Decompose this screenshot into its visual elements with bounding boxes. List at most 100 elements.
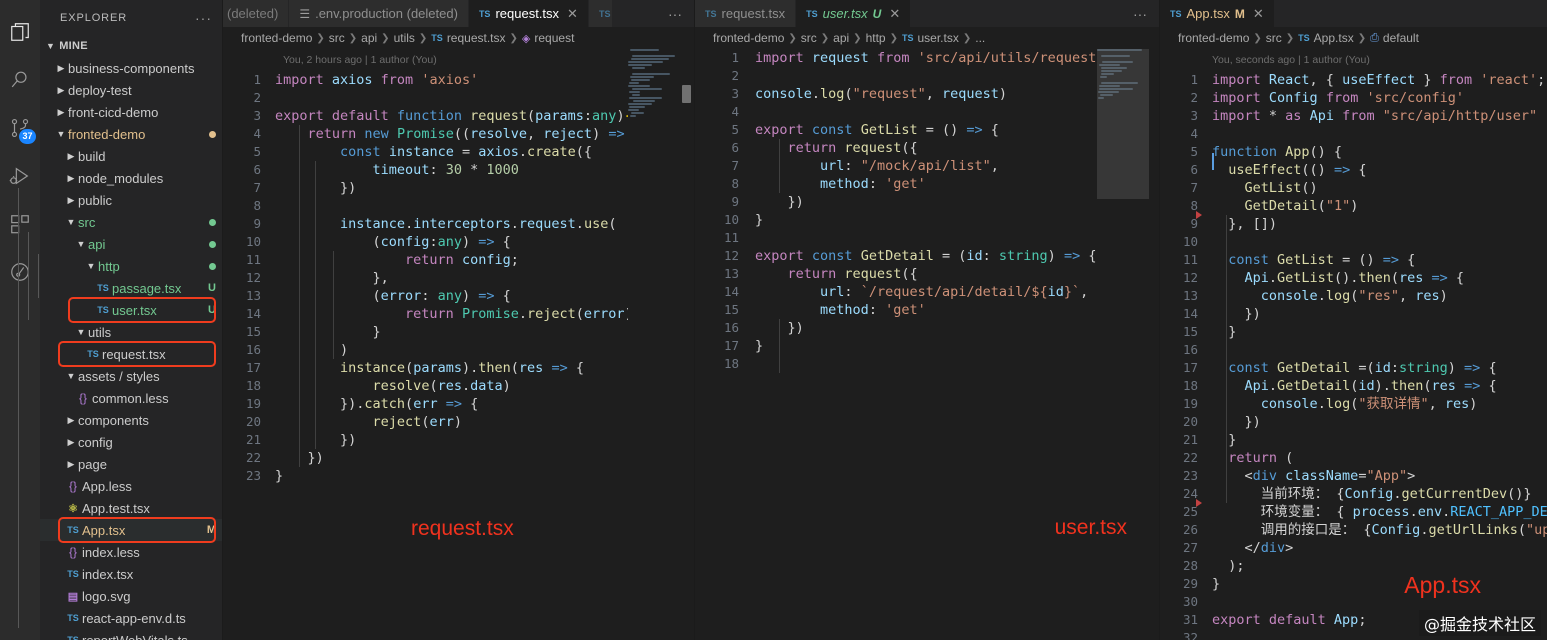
line-number: 11 xyxy=(1160,251,1204,269)
breadcrumb-item[interactable]: request xyxy=(534,31,574,45)
code-line: } xyxy=(755,211,1105,229)
tab-next-partial[interactable]: TS xyxy=(589,0,614,27)
line-number: 5 xyxy=(695,121,745,139)
scrollbar-handle[interactable] xyxy=(682,85,691,103)
tree-item-business-components[interactable]: ▶ business-components xyxy=(40,57,222,79)
tab-request-tsx-inactive[interactable]: TS request.tsx xyxy=(695,0,796,27)
tree-item-config[interactable]: ▶ config xyxy=(40,431,222,453)
run-debug-icon[interactable] xyxy=(0,152,40,200)
code-line: return Promise.reject(error) xyxy=(275,305,641,323)
tab-app-tsx[interactable]: TS App.tsx M ✕ xyxy=(1160,0,1275,27)
breadcrumb-item[interactable]: api xyxy=(833,31,849,45)
code-content: import axios from 'axios' export default … xyxy=(275,71,641,485)
editor-app-tsx: TS App.tsx M ✕ fronted-demo ❯ src ❯ TS A… xyxy=(1159,0,1547,640)
breadcrumb-item[interactable]: App.tsx xyxy=(1314,31,1354,45)
tabbar-more-actions-icon[interactable]: ··· xyxy=(1121,0,1159,27)
tree-item-fronted-demo[interactable]: ▼ fronted-demo xyxy=(40,123,222,145)
tree-item-node-modules[interactable]: ▶ node_modules xyxy=(40,167,222,189)
close-icon[interactable]: ✕ xyxy=(1253,6,1264,22)
code-request-tsx[interactable]: You, 2 hours ago | 1 author (You) 123456… xyxy=(223,49,694,640)
tree-item-http[interactable]: ▼ http xyxy=(40,255,222,277)
tree-item-request-tsx[interactable]: TS request.tsx xyxy=(40,343,222,365)
tree-item-app-tsx[interactable]: TS App.tsx M xyxy=(40,519,222,541)
tree-item-build[interactable]: ▶ build xyxy=(40,145,222,167)
tree-item-assets-styles[interactable]: ▼ assets / styles xyxy=(40,365,222,387)
tab-request-tsx[interactable]: TS request.tsx ✕ xyxy=(469,0,589,27)
chevron-right-icon: ❯ xyxy=(316,33,324,44)
code-user-tsx[interactable]: 1 2 3 4 5 6 7 8 9 10 11 12 13 14 15 16 17 18 import reque… xyxy=(695,49,1159,640)
tab-user-tsx[interactable]: TS user.tsx U ✕ xyxy=(796,0,911,27)
breadcrumb-item[interactable]: fronted-demo xyxy=(241,31,312,45)
tree-item-deploy-test[interactable]: ▶ deploy-test xyxy=(40,79,222,101)
breadcrumb-item[interactable]: src xyxy=(329,31,345,45)
code-app-tsx[interactable]: You, seconds ago | 1 author (You) 123456… xyxy=(1160,49,1547,640)
source-control-icon[interactable]: 37 xyxy=(0,104,40,152)
tree-item-src[interactable]: ▼ src xyxy=(40,211,222,233)
tree-item-page[interactable]: ▶ page xyxy=(40,453,222,475)
tabbar-more-actions-icon[interactable]: ··· xyxy=(656,0,694,27)
source-control-badge: 37 xyxy=(19,129,36,144)
breadcrumb-item[interactable]: fronted-demo xyxy=(713,31,784,45)
chevron-down-icon: ▼ xyxy=(84,261,98,271)
code-line: } xyxy=(1212,575,1547,593)
tree-item-app-less[interactable]: {} App.less xyxy=(40,475,222,497)
tree-item-common-less[interactable]: {} common.less xyxy=(40,387,222,409)
tab-env-production-deleted[interactable]: ☰ .env.production (deleted) xyxy=(289,0,469,27)
tree-item-passage-tsx[interactable]: TS passage.tsx U xyxy=(40,277,222,299)
line-number: 1 xyxy=(1160,71,1204,89)
tree-item-user-tsx[interactable]: TS user.tsx U xyxy=(40,299,222,321)
tree-item-index-less[interactable]: {} index.less xyxy=(40,541,222,563)
line-number: 8 xyxy=(695,175,745,193)
code-line: const GetDetail =(id:string) => { xyxy=(1212,359,1547,377)
breadcrumb-item[interactable]: default xyxy=(1383,31,1419,45)
chevron-right-icon: ▶ xyxy=(54,85,68,96)
code-line: instance(params).then(res => { xyxy=(275,359,641,377)
tree-item-react-app-env-d-ts[interactable]: TS react-app-env.d.ts xyxy=(40,607,222,629)
chevron-right-icon: ❯ xyxy=(963,33,971,44)
line-number: 20 xyxy=(223,413,267,431)
tree-item-components[interactable]: ▶ components xyxy=(40,409,222,431)
code-line: } xyxy=(1212,323,1547,341)
code-line: }) xyxy=(755,193,1105,211)
extensions-icon[interactable] xyxy=(0,200,40,248)
breadcrumb-item[interactable]: api xyxy=(361,31,377,45)
testing-icon[interactable] xyxy=(0,248,40,296)
breadcrumb-item[interactable]: fronted-demo xyxy=(1178,31,1249,45)
chevron-right-icon: ▶ xyxy=(54,107,68,118)
tree-item-api[interactable]: ▼ api xyxy=(40,233,222,255)
search-icon[interactable] xyxy=(0,56,40,104)
code-line: export const GetList = () => { xyxy=(755,121,1105,139)
close-icon[interactable]: ✕ xyxy=(567,6,578,22)
symbol-function-icon: ◈ xyxy=(522,32,530,45)
code-line: <div className="App"> xyxy=(1212,467,1547,485)
code-line: }, []) xyxy=(1212,215,1547,233)
code-line: GetList() xyxy=(1212,179,1547,197)
less-file-icon: {} xyxy=(64,479,82,493)
explorer-icon[interactable] xyxy=(0,8,40,56)
breakpoint-marker[interactable] xyxy=(1196,499,1202,507)
breadcrumb-item[interactable]: src xyxy=(1266,31,1282,45)
code-line: ) xyxy=(275,341,641,359)
code-line: return ( xyxy=(1212,449,1547,467)
breakpoint-marker[interactable] xyxy=(1196,211,1202,219)
close-icon[interactable]: ✕ xyxy=(889,6,900,22)
explorer-more-actions-icon[interactable]: ··· xyxy=(195,10,218,26)
breadcrumb-item[interactable]: utils xyxy=(394,31,415,45)
breadcrumb-item[interactable]: user.tsx xyxy=(917,31,958,45)
tree-item-public[interactable]: ▶ public xyxy=(40,189,222,211)
line-number: 18 xyxy=(695,355,745,373)
line-number: 14 xyxy=(695,283,745,301)
tree-item-app-test-tsx[interactable]: ⚛ App.test.tsx xyxy=(40,497,222,519)
breadcrumb-item[interactable]: ... xyxy=(975,31,985,45)
breadcrumb-item[interactable]: src xyxy=(801,31,817,45)
tab-env-deleted-partial[interactable]: (deleted) xyxy=(223,0,289,27)
tree-item-logo-svg[interactable]: ▤ logo.svg xyxy=(40,585,222,607)
minimap[interactable] xyxy=(628,49,682,640)
tree-item-reportwebvitals-ts[interactable]: TS reportWebVitals.ts xyxy=(40,629,222,640)
breadcrumb-item[interactable]: request.tsx xyxy=(447,31,506,45)
breadcrumb-item[interactable]: http xyxy=(866,31,886,45)
tree-item-index-tsx[interactable]: TS index.tsx xyxy=(40,563,222,585)
tree-item-utils[interactable]: ▼ utils xyxy=(40,321,222,343)
workspace-section-header[interactable]: ▼ MINE xyxy=(40,35,222,57)
tree-item-front-cicd-demo[interactable]: ▶ front-cicd-demo xyxy=(40,101,222,123)
